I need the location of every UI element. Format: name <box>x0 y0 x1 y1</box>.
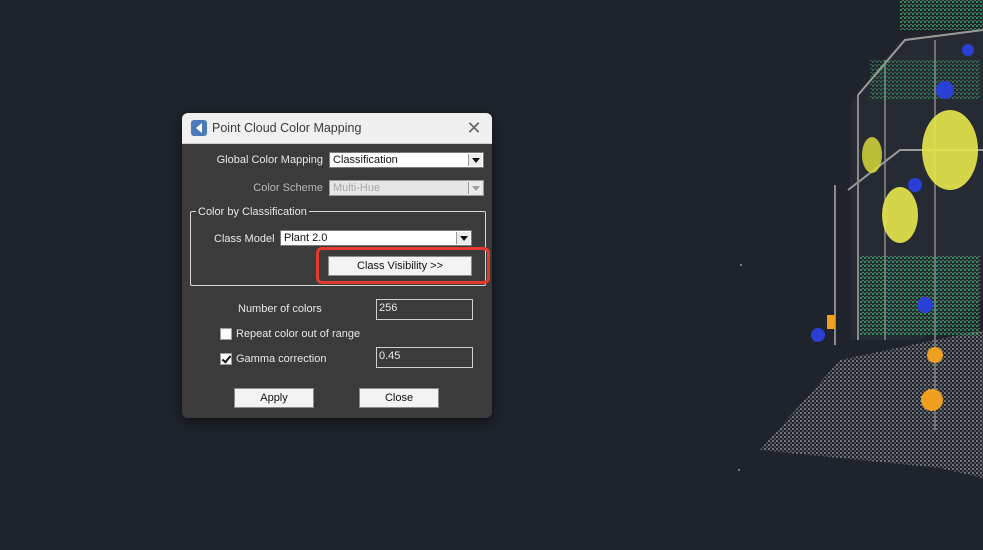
gamma-correction-value: 0.45 <box>379 350 401 362</box>
color-scheme-value: Multi-Hue <box>333 182 381 194</box>
chevron-down-icon[interactable] <box>468 154 482 166</box>
number-of-colors-input[interactable]: 256 <box>376 299 473 320</box>
apply-button[interactable]: Apply <box>234 388 314 408</box>
global-color-mapping-label: Global Color Mapping <box>216 154 323 166</box>
class-model-value: Plant 2.0 <box>284 232 328 244</box>
chevron-down-icon <box>468 182 482 194</box>
class-model-label: Class Model <box>214 233 275 245</box>
gamma-correction-input[interactable]: 0.45 <box>376 347 473 368</box>
global-color-mapping-dropdown[interactable]: Classification <box>329 152 484 168</box>
dialog-title: Point Cloud Color Mapping <box>212 121 362 135</box>
gamma-correction-checkbox[interactable] <box>220 353 232 365</box>
number-of-colors-value: 256 <box>379 302 398 314</box>
close-button[interactable]: Close <box>359 388 439 408</box>
app-icon <box>191 120 207 136</box>
chevron-down-icon[interactable] <box>456 232 470 244</box>
group-legend: Color by Classification <box>196 206 309 218</box>
number-of-colors-label: Number of colors <box>238 303 322 315</box>
repeat-color-label: Repeat color out of range <box>236 328 361 340</box>
color-mapping-dialog: Point Cloud Color Mapping ✕ Global Color… <box>182 113 492 418</box>
class-model-dropdown[interactable]: Plant 2.0 <box>280 230 472 246</box>
close-icon[interactable]: ✕ <box>464 118 484 138</box>
color-scheme-dropdown: Multi-Hue <box>329 180 484 196</box>
global-color-mapping-value: Classification <box>333 154 398 166</box>
highlight-box <box>316 247 490 284</box>
dialog-titlebar[interactable]: Point Cloud Color Mapping ✕ <box>182 113 492 144</box>
color-scheme-label: Color Scheme <box>253 182 323 194</box>
repeat-color-checkbox[interactable] <box>220 328 232 340</box>
gamma-correction-label: Gamma correction <box>236 353 327 365</box>
